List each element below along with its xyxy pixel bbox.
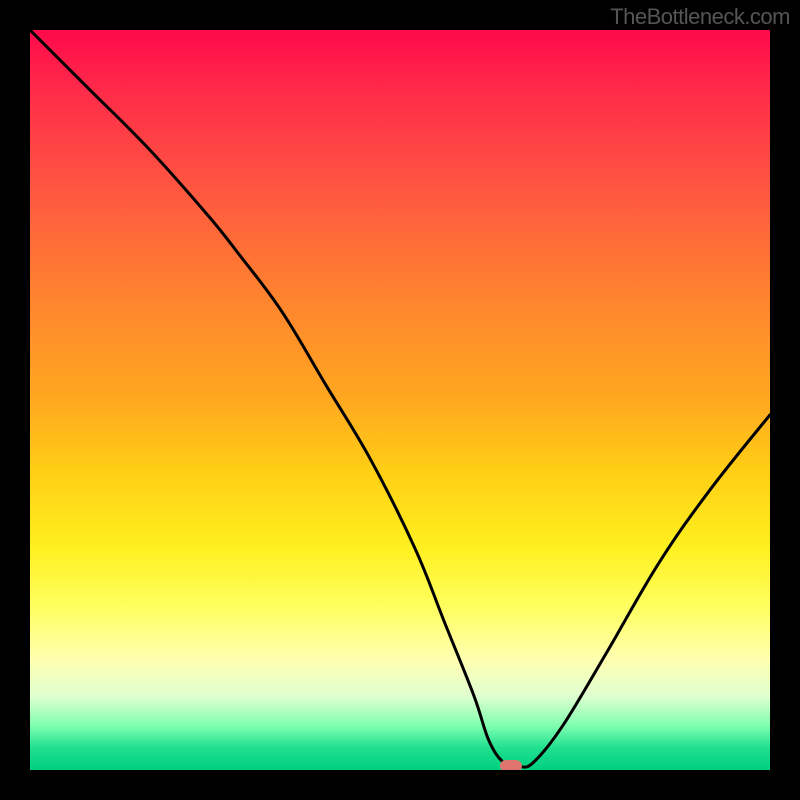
curve-path [30, 30, 770, 767]
bottleneck-curve [30, 30, 770, 770]
plot-area [30, 30, 770, 770]
optimal-point-marker [500, 760, 522, 770]
watermark-text: TheBottleneck.com [610, 4, 790, 30]
